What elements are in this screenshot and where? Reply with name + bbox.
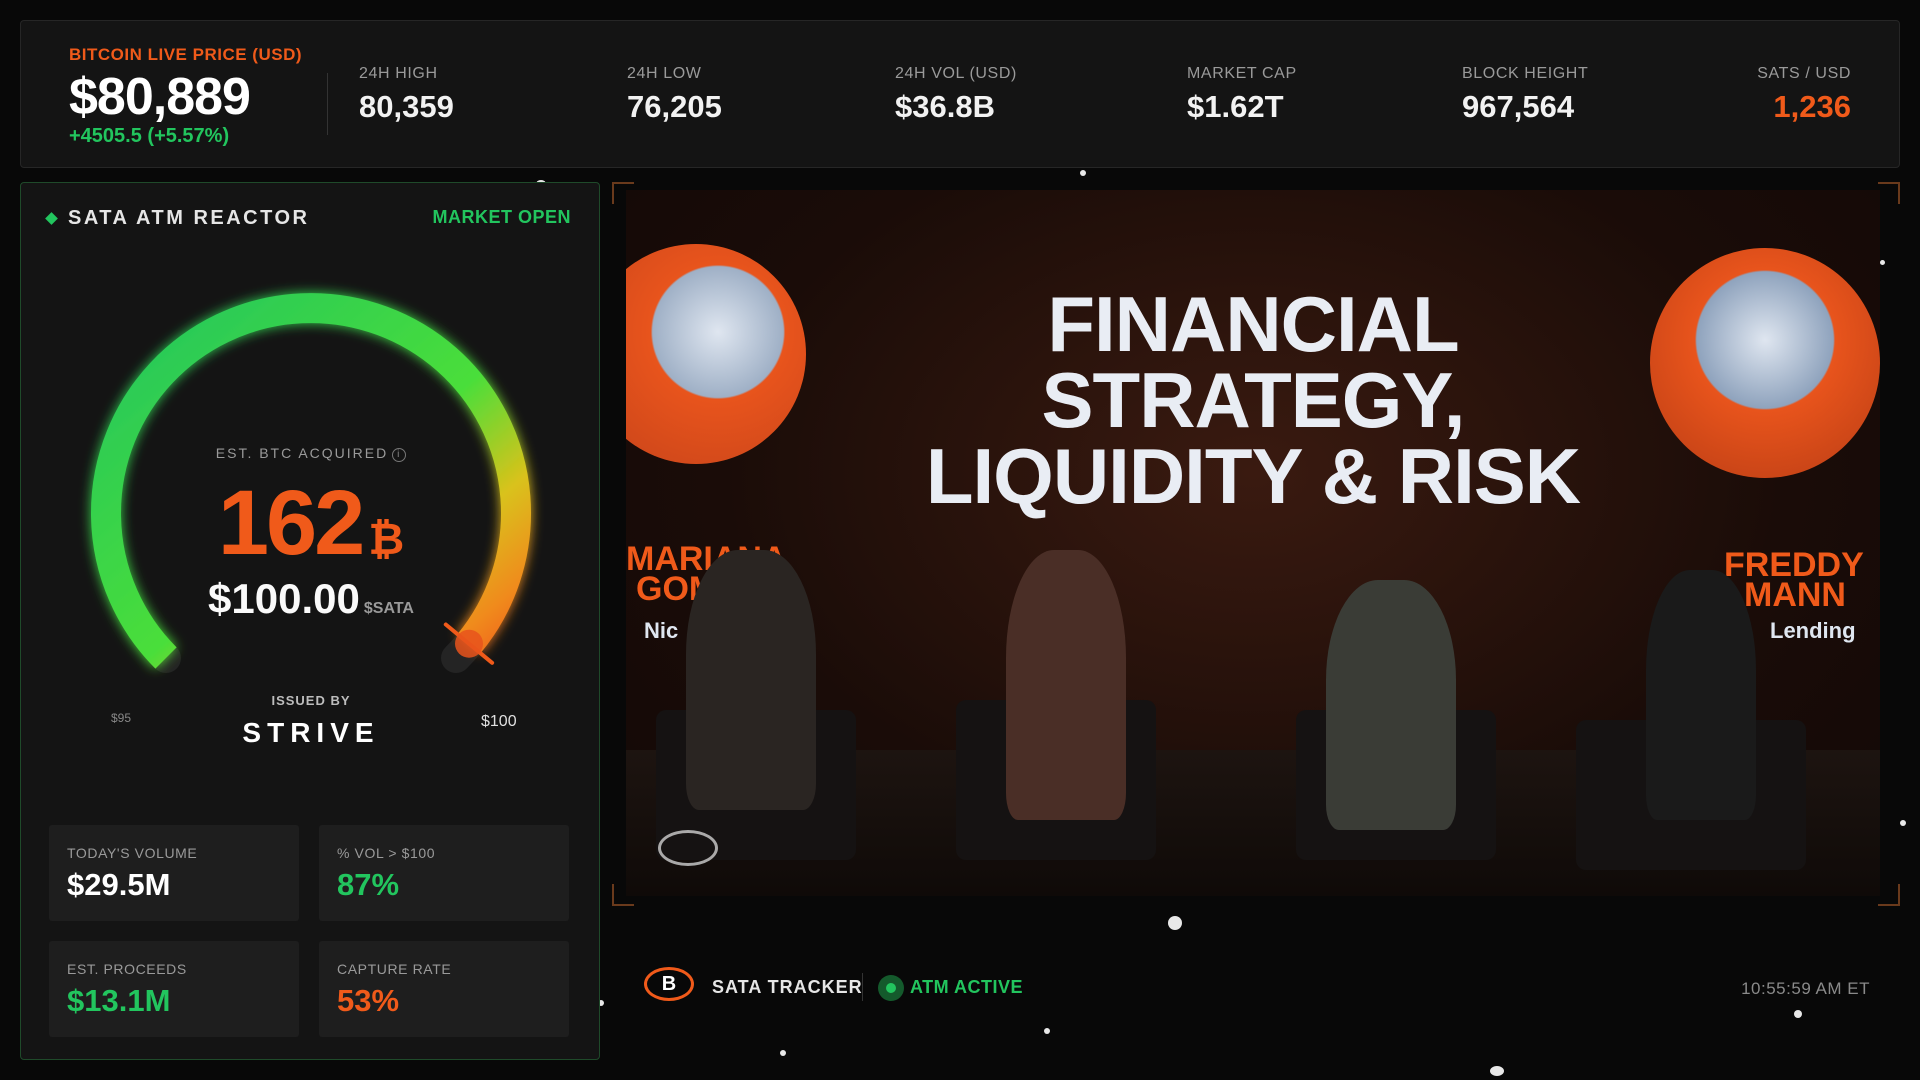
gauge-end-knob — [455, 629, 483, 658]
panel-header: SATA ATM REACTOR — [45, 207, 310, 230]
sata-atm-reactor-panel: SATA ATM REACTOR MARKET OPEN EST. BTC AC… — [20, 182, 600, 1060]
price-ticker-bar: BITCOIN LIVE PRICE (USD) $80,889 +4505.5… — [20, 20, 1900, 168]
card-value: $29.5M — [67, 867, 171, 902]
card-label: TODAY'S VOLUME — [67, 845, 198, 861]
panelist-2 — [1006, 550, 1126, 820]
status-dot-icon — [878, 975, 904, 1001]
stat-value: 76,205 — [627, 89, 722, 124]
strive-logo: STRIVE — [242, 717, 380, 748]
clock-timestamp: 10:55:59 AM ET — [1741, 979, 1870, 998]
card-label: % VOL > $100 — [337, 845, 436, 861]
stat-label: MARKET CAP — [1187, 65, 1297, 82]
star-speck — [1080, 170, 1086, 176]
sata-price-value: $100.00 — [208, 575, 360, 622]
stat-label: 24H HIGH — [359, 65, 438, 82]
star-speck — [780, 1050, 786, 1056]
tracker-title: SATA TRACKER — [712, 977, 863, 997]
issued-by-label: ISSUED BY — [271, 693, 351, 708]
stat-value: $1.62T — [1187, 89, 1284, 124]
star-speck — [1900, 820, 1906, 826]
stat-market-cap: MARKET CAP $1.62T — [1187, 65, 1297, 125]
ticker-divider — [327, 73, 328, 135]
stat-value: $36.8B — [895, 89, 995, 124]
sata-price-row: $100.00 $SATA — [21, 575, 601, 623]
stat-value: 1,236 — [1773, 89, 1851, 124]
frame-corner — [1878, 182, 1900, 204]
headline-line: LIQUIDITY & RISK — [925, 432, 1581, 520]
stat-value: 967,564 — [1462, 89, 1575, 124]
panel-title: SATA ATM REACTOR — [68, 207, 310, 229]
panelist-3 — [1326, 580, 1456, 830]
stat-value: 80,359 — [359, 89, 454, 124]
sata-tracker-logo-icon: B — [644, 967, 694, 1001]
broadcast-logo-icon — [658, 830, 718, 866]
stat-24h-low: 24H LOW 76,205 — [627, 65, 722, 125]
stat-label: BLOCK HEIGHT — [1462, 65, 1589, 82]
info-icon[interactable]: i — [392, 448, 407, 462]
panelist-1 — [686, 550, 816, 810]
speaker-affiliation-left: Nic — [644, 618, 679, 643]
speaker-affiliation-right: Lending — [1770, 618, 1856, 643]
atm-status-label: ATM ACTIVE — [910, 977, 1023, 997]
bitcoin-symbol-icon: ₿ — [368, 515, 405, 564]
market-status-badge: MARKET OPEN — [432, 207, 571, 227]
btc-acquired-value: 162 — [217, 472, 365, 574]
headline-line: STRATEGY, — [1041, 356, 1466, 444]
stat-label: SATS / USD — [1757, 65, 1851, 82]
card-label: EST. PROCEEDS — [67, 961, 187, 977]
diamond-icon — [45, 212, 58, 225]
stat-label: 24H VOL (USD) — [895, 65, 1017, 82]
est-btc-label: EST. BTC ACQUIRED — [215, 445, 389, 461]
star-speck — [1044, 1028, 1050, 1034]
tracker-status-bar: B SATA TRACKER ATM ACTIVE 10:55:59 AM ET — [626, 955, 1880, 1021]
sata-ticker-unit: $SATA — [363, 600, 414, 617]
panel-headline: FINANCIAL STRATEGY, LIQUIDITY & RISK — [626, 280, 1880, 520]
card-todays-volume: TODAY'S VOLUME $29.5M — [49, 825, 299, 921]
card-est-proceeds: EST. PROCEEDS $13.1M — [49, 941, 299, 1037]
btc-price-value: $80,889 — [69, 68, 251, 126]
speaker-name-right: FREDDY MANN — [1724, 548, 1864, 614]
panelist-4 — [1646, 570, 1756, 820]
btc-price-label: BITCOIN LIVE PRICE (USD) — [69, 45, 303, 64]
stat-sats-per-usd: SATS / USD 1,236 — [1757, 65, 1851, 125]
status-separator — [862, 973, 863, 1001]
card-label: CAPTURE RATE — [337, 961, 452, 977]
livestream-video[interactable]: FINANCIAL STRATEGY, LIQUIDITY & RISK MAR… — [626, 190, 1880, 896]
star-speck — [1168, 916, 1182, 930]
btc-price-change: +4505.5 (+5.57%) — [69, 125, 230, 147]
stat-24h-volume: 24H VOL (USD) $36.8B — [895, 65, 1017, 125]
card-value: $13.1M — [67, 983, 171, 1018]
est-btc-label-row: EST. BTC ACQUIRED i — [21, 445, 601, 462]
stat-24h-high: 24H HIGH 80,359 — [359, 65, 454, 125]
speaker-name-line: MANN — [1744, 576, 1846, 614]
btc-acquired-row: 162 ₿ — [21, 471, 601, 576]
card-value: 87% — [337, 867, 400, 902]
stat-block-height: BLOCK HEIGHT 967,564 — [1462, 65, 1588, 125]
card-vol-over-100: % VOL > $100 87% — [319, 825, 569, 921]
star-speck — [1490, 1066, 1504, 1076]
frame-corner — [1878, 884, 1900, 906]
card-value: 53% — [337, 983, 400, 1018]
headline-line: FINANCIAL — [1047, 280, 1459, 368]
card-capture-rate: CAPTURE RATE 53% — [319, 941, 569, 1037]
stat-label: 24H LOW — [627, 65, 702, 82]
